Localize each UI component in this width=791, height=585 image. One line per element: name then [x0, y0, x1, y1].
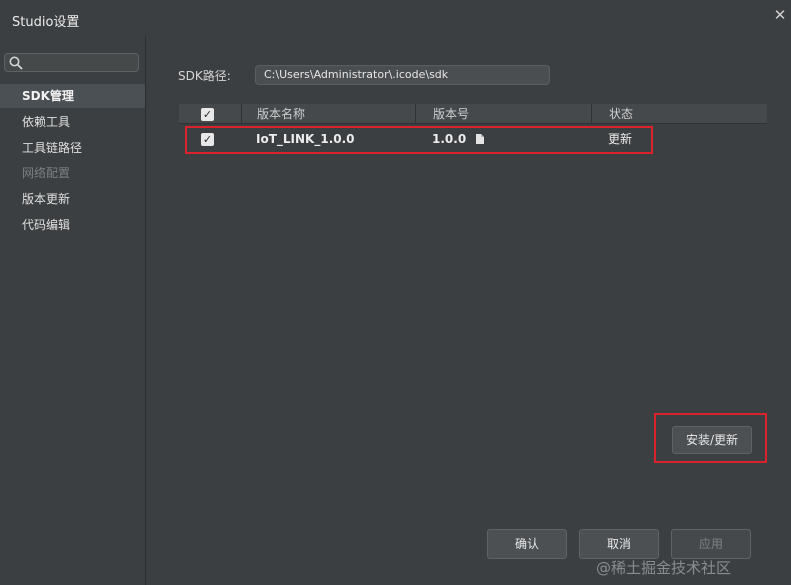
search-input[interactable] — [4, 53, 139, 72]
header-version-number: 版本号 — [415, 104, 591, 124]
ok-button[interactable]: 确认 — [487, 529, 567, 559]
select-all-checkbox[interactable]: ✓ — [201, 108, 214, 121]
settings-content: SDK路径: C:\Users\Administrator\.icode\sdk… — [147, 36, 791, 585]
watermark: @稀土掘金技术社区 — [596, 559, 732, 577]
sidebar-item-sdk-management[interactable]: SDK管理 — [0, 84, 145, 108]
title-bar: Studio设置 ✕ — [0, 0, 791, 36]
cancel-button[interactable]: 取消 — [579, 529, 659, 559]
apply-button: 应用 — [671, 529, 751, 559]
sidebar-item-version-update[interactable]: 版本更新 — [0, 187, 145, 211]
sidebar-item-toolchain-path[interactable]: 工具链路径 — [0, 136, 145, 160]
sidebar-item-code-editing[interactable]: 代码编辑 — [0, 213, 145, 237]
header-select-all: ✓ — [179, 104, 241, 124]
sidebar-item-dependency-tools[interactable]: 依赖工具 — [0, 110, 145, 134]
close-icon[interactable]: ✕ — [772, 7, 788, 23]
settings-sidebar: SDK管理 依赖工具 工具链路径 网络配置 版本更新 代码编辑 — [0, 36, 146, 585]
sdk-path-field[interactable]: C:\Users\Administrator\.icode\sdk — [255, 65, 550, 85]
header-version-name: 版本名称 — [241, 104, 415, 124]
header-status: 状态 — [591, 104, 767, 124]
sidebar-item-network-config: 网络配置 — [22, 166, 71, 180]
settings-window: Studio设置 ✕ SDK管理 依赖工具 工具链路径 网络配置 版本更新 代码… — [0, 0, 791, 585]
highlight-box-row — [185, 126, 653, 154]
table-header: ✓ 版本名称 版本号 状态 — [179, 104, 767, 124]
sdk-path-label: SDK路径: — [178, 69, 231, 83]
window-title: Studio设置 — [12, 15, 80, 30]
search-icon — [9, 56, 23, 70]
highlight-box-install — [654, 413, 767, 463]
